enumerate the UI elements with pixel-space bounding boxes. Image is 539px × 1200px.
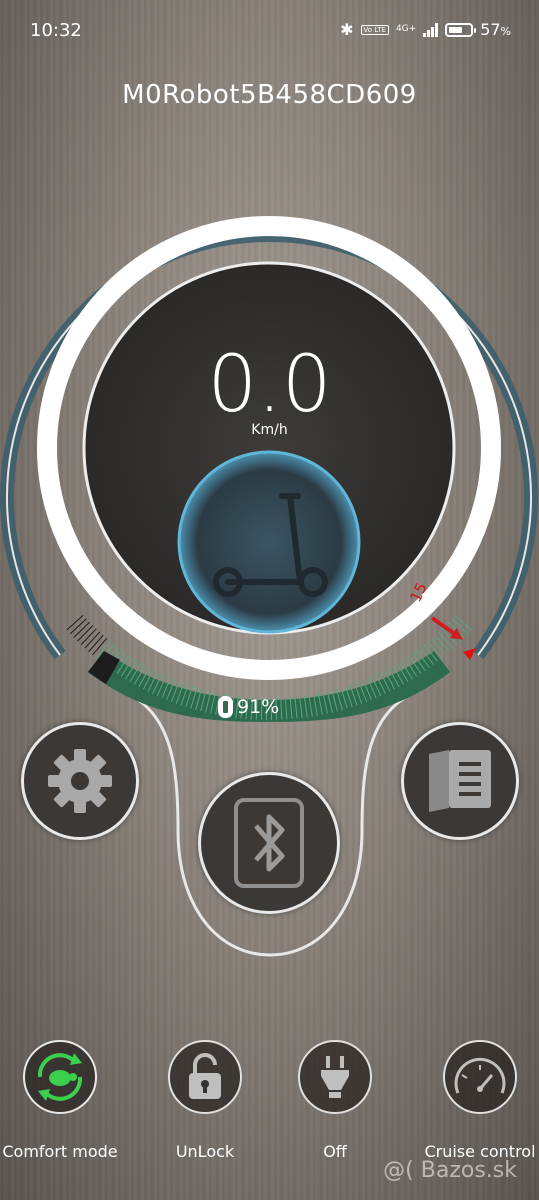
bluetooth-button[interactable] bbox=[198, 772, 340, 914]
bluetooth-status-icon: ✱ bbox=[340, 20, 354, 39]
cruise-control-icon bbox=[454, 1057, 506, 1094]
headlight-circle[interactable] bbox=[298, 1040, 372, 1114]
turtle-mode-icon bbox=[37, 1053, 83, 1101]
headlight-button[interactable]: Off bbox=[275, 1040, 395, 1161]
battery-tick bbox=[69, 618, 87, 635]
battery-tick bbox=[80, 628, 97, 646]
battery-tick bbox=[434, 634, 450, 652]
cruise-control-circle[interactable] bbox=[443, 1040, 517, 1114]
manual-button[interactable] bbox=[401, 722, 519, 840]
battery-status-percent: 57% bbox=[480, 20, 511, 39]
battery-tick bbox=[77, 625, 94, 642]
cruise-control-button[interactable]: Cruise control bbox=[420, 1040, 539, 1161]
status-bar: 10:32 ✱ Vo LTE 4G+ 57% bbox=[0, 0, 539, 62]
unlock-circle[interactable] bbox=[168, 1040, 242, 1114]
comfort-mode-circle[interactable] bbox=[23, 1040, 97, 1114]
battery-percent: 91% bbox=[237, 696, 280, 718]
battery-tick bbox=[454, 614, 472, 631]
network-type: 4G+ bbox=[395, 24, 417, 34]
headlight-label: Off bbox=[323, 1142, 347, 1161]
signal-icon bbox=[423, 22, 439, 37]
speed-unit: Km/h bbox=[251, 422, 288, 438]
status-icons: ✱ Vo LTE 4G+ 57% bbox=[340, 20, 511, 39]
battery-tick bbox=[73, 621, 90, 638]
speed-limit-marker bbox=[430, 616, 464, 640]
unlock-label: UnLock bbox=[175, 1142, 235, 1161]
gear-icon bbox=[48, 749, 112, 813]
headlight-icon bbox=[321, 1056, 349, 1098]
battery-readout: 91% bbox=[218, 696, 279, 718]
unlock-button[interactable]: UnLock bbox=[145, 1040, 265, 1161]
speed-value: 0.0 bbox=[207, 340, 332, 430]
book-icon bbox=[429, 750, 491, 812]
scooter-circle bbox=[177, 450, 361, 634]
battery-tick bbox=[84, 631, 101, 649]
status-time: 10:32 bbox=[30, 20, 82, 41]
device-name: M0Robot5B458CD609 bbox=[122, 80, 417, 110]
battery-tick bbox=[437, 631, 454, 649]
bluetooth-icon bbox=[234, 798, 304, 888]
comfort-mode-label: Comfort mode bbox=[2, 1142, 118, 1161]
battery-status-icon bbox=[445, 22, 477, 37]
battery-icon bbox=[218, 696, 233, 718]
watermark: @( Bazos.sk bbox=[383, 1158, 517, 1183]
limit-arrow bbox=[463, 648, 476, 660]
settings-button[interactable] bbox=[21, 722, 139, 840]
unlock-icon bbox=[189, 1053, 221, 1099]
battery-tick bbox=[66, 614, 84, 631]
battery-tick bbox=[88, 634, 104, 652]
comfort-mode-button[interactable]: Comfort mode bbox=[0, 1040, 120, 1161]
volte-icon: Vo LTE bbox=[360, 24, 389, 35]
